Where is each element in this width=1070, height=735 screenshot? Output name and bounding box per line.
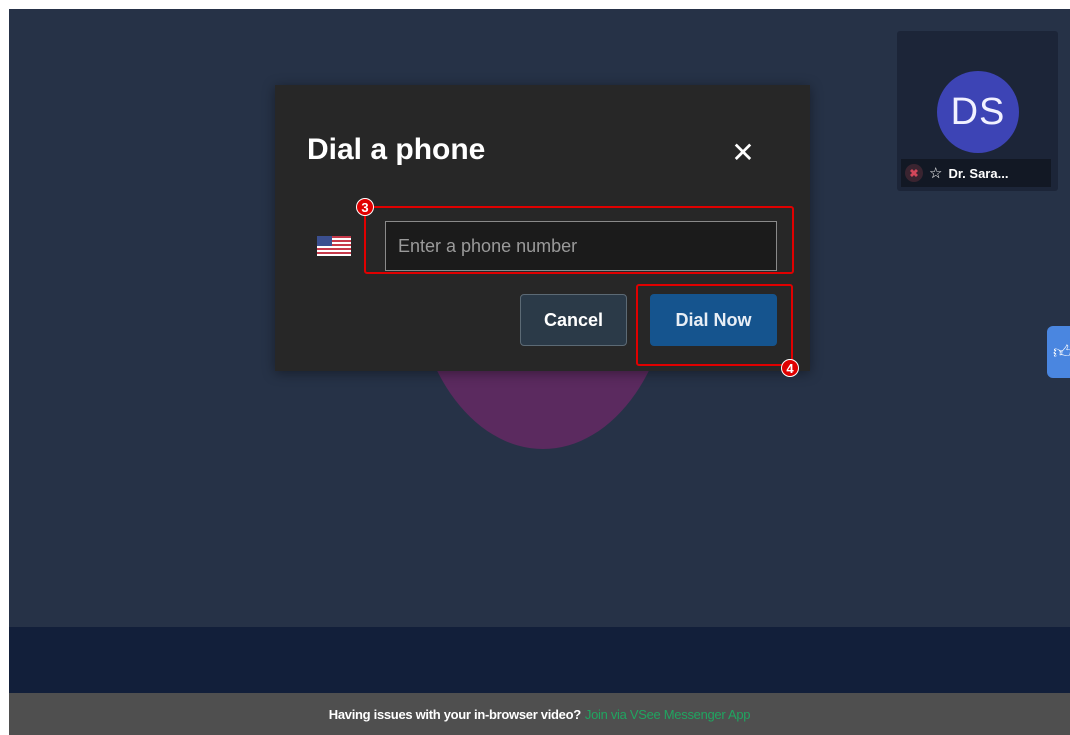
- footer-question: Having issues with your in-browser video…: [328, 706, 581, 722]
- messenger-app-link[interactable]: Join via VSee Messenger App: [585, 707, 751, 722]
- cancel-button[interactable]: Cancel: [520, 294, 627, 346]
- mic-muted-icon: ✖: [905, 164, 923, 182]
- feedback-tab[interactable]: 👍︎: [1047, 326, 1070, 378]
- call-controls-bar: [9, 627, 1070, 693]
- footer: Having issues with your in-browser video…: [9, 693, 1070, 735]
- step-badge-4: 4: [781, 359, 799, 377]
- participant-name: Dr. Sara...: [948, 165, 1009, 181]
- close-icon[interactable]: ✕: [727, 137, 759, 169]
- dialog-title: Dial a phone: [307, 133, 486, 166]
- dial-phone-dialog: Dial a phone ✕ Cancel Dial Now: [275, 85, 810, 371]
- star-icon[interactable]: ☆: [929, 164, 942, 182]
- video-call-screen: DS ✖ ☆ Dr. Sara... 👍︎ Having issues with…: [9, 9, 1070, 735]
- participant-avatar: DS: [937, 71, 1019, 153]
- phone-number-input[interactable]: [385, 221, 777, 271]
- us-flag-icon[interactable]: [317, 236, 351, 256]
- participant-label: ✖ ☆ Dr. Sara...: [901, 159, 1051, 187]
- step-badge-3: 3: [356, 198, 374, 216]
- thumbs-up-icon: 👍︎: [1053, 342, 1070, 362]
- dial-now-button[interactable]: Dial Now: [650, 294, 777, 346]
- participant-tile[interactable]: DS ✖ ☆ Dr. Sara...: [897, 31, 1058, 191]
